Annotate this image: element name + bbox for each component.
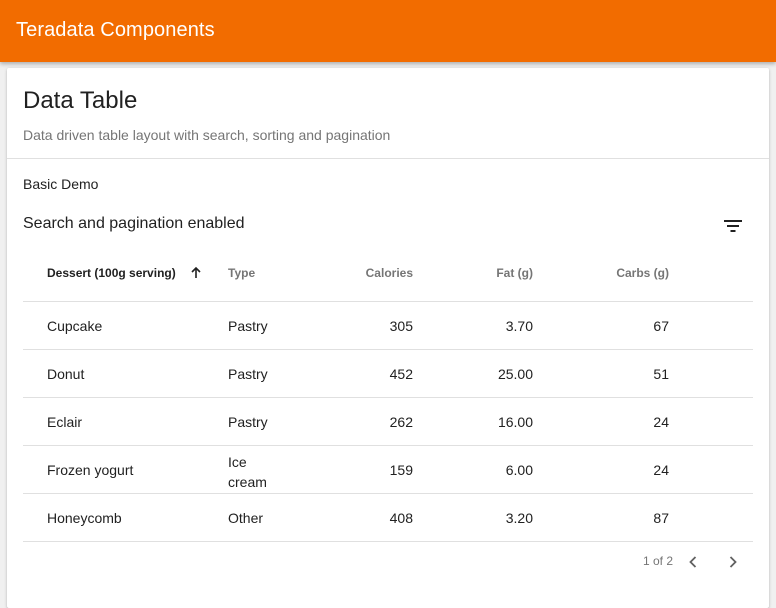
chevron-right-icon (729, 556, 737, 568)
table-row[interactable]: Eclair Pastry 262 16.00 24 (23, 398, 753, 446)
card-subtitle: Data driven table layout with search, so… (23, 127, 391, 143)
table-header: Dessert (100g serving) Type Calories Fat… (23, 250, 753, 302)
table-row[interactable]: Frozen yogurt Ice cream 159 6.00 24 (23, 446, 753, 494)
column-header-calories[interactable]: Calories (366, 266, 413, 280)
cell-carbs: 24 (653, 414, 669, 430)
cell-carbs: 87 (653, 510, 669, 526)
table-row[interactable]: Honeycomb Other 408 3.20 87 (23, 494, 753, 542)
cell-fat: 16.00 (497, 414, 533, 430)
data-table-card: Data Table Data driven table layout with… (7, 68, 769, 608)
divider (7, 158, 769, 159)
cell-calories: 262 (389, 414, 413, 430)
cell-fat: 3.70 (505, 318, 533, 334)
cell-type: Ice cream (228, 454, 267, 490)
cell-type: Other (228, 510, 264, 526)
cell-fat: 25.00 (497, 366, 533, 382)
app-toolbar: Teradata Components (0, 0, 776, 62)
cell-dessert: Cupcake (47, 318, 103, 334)
filter-button[interactable] (717, 210, 749, 242)
demo-label: Basic Demo (23, 176, 99, 192)
cell-dessert: Donut (47, 366, 85, 382)
next-page-button[interactable] (721, 550, 745, 574)
arrow-upward-icon[interactable] (189, 266, 203, 280)
data-table: Dessert (100g serving) Type Calories Fat… (23, 250, 753, 542)
cell-calories: 452 (389, 366, 413, 382)
cell-fat: 6.00 (505, 462, 533, 478)
column-header-fat[interactable]: Fat (g) (496, 266, 533, 280)
cell-calories: 305 (389, 318, 413, 334)
cell-calories: 408 (389, 510, 413, 526)
table-row[interactable]: Cupcake Pastry 305 3.70 67 (23, 302, 753, 350)
cell-type: Pastry (228, 414, 268, 430)
pagination-bar: 1 of 2 (23, 542, 753, 582)
table-row[interactable]: Donut Pastry 452 25.00 51 (23, 350, 753, 398)
card-title: Data Table (23, 87, 138, 114)
column-header-type[interactable]: Type (228, 266, 255, 280)
cell-dessert: Eclair (47, 414, 83, 430)
cell-dessert: Honeycomb (47, 510, 122, 526)
table-title: Search and pagination enabled (23, 215, 245, 232)
page-range-label: 1 of 2 (642, 554, 673, 568)
previous-page-button[interactable] (681, 550, 705, 574)
cell-type: Pastry (228, 318, 268, 334)
chevron-left-icon (689, 556, 697, 568)
cell-carbs: 67 (653, 318, 669, 334)
cell-carbs: 51 (653, 366, 669, 382)
cell-dessert: Frozen yogurt (47, 462, 134, 478)
cell-calories: 159 (389, 462, 413, 478)
column-header-dessert[interactable]: Dessert (100g serving) (47, 266, 176, 280)
cell-carbs: 24 (653, 462, 669, 478)
column-header-carbs[interactable]: Carbs (g) (616, 266, 669, 280)
filter-list-icon (724, 220, 742, 232)
cell-fat: 3.20 (505, 510, 533, 526)
app-title: Teradata Components (16, 19, 215, 41)
cell-type: Pastry (228, 366, 268, 382)
